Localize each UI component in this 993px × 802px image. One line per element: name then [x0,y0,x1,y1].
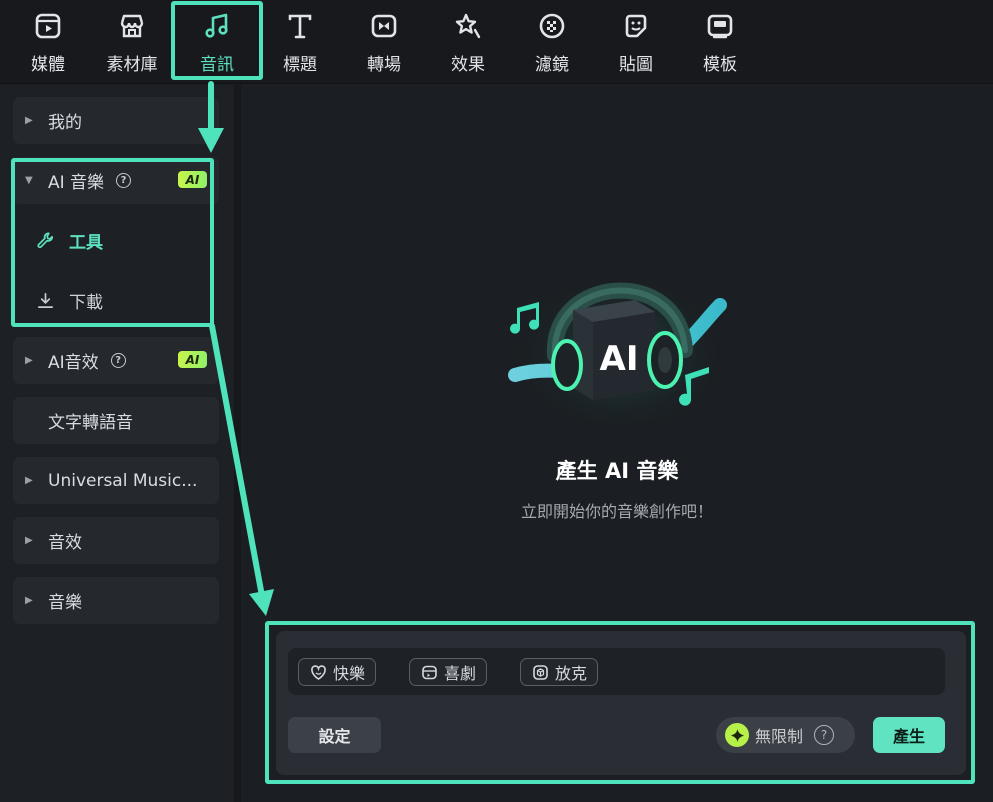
sidebar-item-sound-effects-label: 音效 [48,533,82,553]
toolbar-transitions[interactable]: 轉場 [349,8,419,76]
sticker-icon [620,10,652,42]
help-icon[interactable]: ? [814,725,835,745]
chip-funk[interactable]: 放克 [520,658,599,686]
settings-button[interactable]: 設定 [288,717,381,753]
toolbar-media-label: 媒體 [31,55,65,75]
sidebar-item-ai-music[interactable]: ▼ AI 音樂 ? AI [13,157,219,204]
comedy-icon [421,664,438,681]
ai-badge: AI [178,171,207,188]
toolbar-titles[interactable]: 標題 [265,8,335,76]
cube-icon [532,664,549,681]
unlimited-label: 無限制 [755,727,804,746]
sidebar-item-ai-music-label: AI 音樂 [48,173,105,193]
sidebar-divider[interactable] [234,85,241,802]
sidebar-item-music-label: 音樂 [48,593,82,613]
sidebar-item-tts[interactable]: 文字轉語音 [13,397,219,444]
sidebar-item-mine-label: 我的 [48,113,82,133]
music-note-icon [201,10,233,42]
toolbar-audio-label: 音訊 [200,55,234,75]
caret-right-icon: ▶ [25,355,33,366]
toolbar-stickers[interactable]: 貼圖 [601,8,671,76]
sidebar-item-ai-sfx-label: AI音效 [48,353,99,373]
sidebar-item-music[interactable]: ▶ 音樂 [13,577,219,624]
hero-subtitle: 立即開始你的音樂創作吧！ [520,502,713,521]
sparkle-icon [725,723,749,747]
toolbar-effects-label: 效果 [451,55,485,75]
help-icon[interactable]: ? [110,353,126,368]
sidebar-subitem-tools-label: 工具 [69,232,103,253]
template-icon [704,10,736,42]
title-t-icon [284,10,316,42]
ai-music-prompt-panel: 快樂 喜劇 放克 設定 無限制 ? 產生 [276,631,966,775]
toolbar-audio[interactable]: 音訊 [182,8,252,76]
heart-face-icon [310,664,327,681]
caret-down-icon: ▼ [25,175,33,186]
top-toolbar: 媒體 素材庫 音訊 標題 轉場 效果 濾鏡 貼圖 模板 [0,0,993,84]
caret-right-icon: ▶ [25,115,33,126]
sidebar-item-sound-effects[interactable]: ▶ 音效 [13,517,219,564]
transition-icon [368,10,400,42]
generate-button[interactable]: 產生 [873,717,945,753]
sidebar-item-universal-music[interactable]: ▶ Universal Music... [13,457,219,504]
sidebar-subitem-tools[interactable]: 工具 [13,212,219,268]
help-icon[interactable]: ? [116,173,132,188]
toolbar-transitions-label: 轉場 [367,55,401,75]
toolbar-media[interactable]: 媒體 [13,8,83,76]
hero-ai-text: AI [600,339,639,379]
toolbar-effects[interactable]: 效果 [433,8,503,76]
filter-icon [536,10,568,42]
media-icon [32,10,64,42]
sidebar-item-universal-music-label: Universal Music... [48,470,198,491]
wrench-icon [35,230,55,250]
ai-badge: AI [178,351,207,368]
sidebar-item-ai-sfx[interactable]: ▶ AI音效 ? AI [13,337,219,384]
ai-music-headphones-illustration: AI [505,260,735,430]
caret-right-icon: ▶ [25,535,33,546]
toolbar-stock-label: 素材庫 [106,55,158,75]
chip-happy[interactable]: 快樂 [298,658,377,686]
toolbar-stock[interactable]: 素材庫 [97,8,167,76]
chip-comedy[interactable]: 喜劇 [409,658,488,686]
sidebar-item-mine[interactable]: ▶ 我的 [13,97,219,144]
toolbar-templates-label: 模板 [703,55,737,75]
sidebar-subitem-download[interactable]: 下載 [13,272,219,328]
caret-right-icon: ▶ [25,595,33,606]
toolbar-templates[interactable]: 模板 [685,8,755,76]
chip-funk-label: 放克 [555,664,588,683]
toolbar-filters[interactable]: 濾鏡 [517,8,587,76]
unlimited-credits-pill[interactable]: 無限制 ? [716,717,855,753]
download-icon [35,290,55,310]
sidebar-subitem-download-label: 下載 [69,292,103,313]
genre-chips-area: 快樂 喜劇 放克 [288,648,945,695]
effects-icon [452,10,484,42]
store-icon [116,10,148,42]
toolbar-filters-label: 濾鏡 [535,55,569,75]
caret-right-icon: ▶ [25,475,33,486]
hero-title: 產生 AI 音樂 [555,459,679,483]
toolbar-titles-label: 標題 [283,55,317,75]
chip-comedy-label: 喜劇 [444,664,477,683]
chip-happy-label: 快樂 [333,664,366,683]
sidebar-item-tts-label: 文字轉語音 [48,413,133,433]
toolbar-stickers-label: 貼圖 [619,55,653,75]
